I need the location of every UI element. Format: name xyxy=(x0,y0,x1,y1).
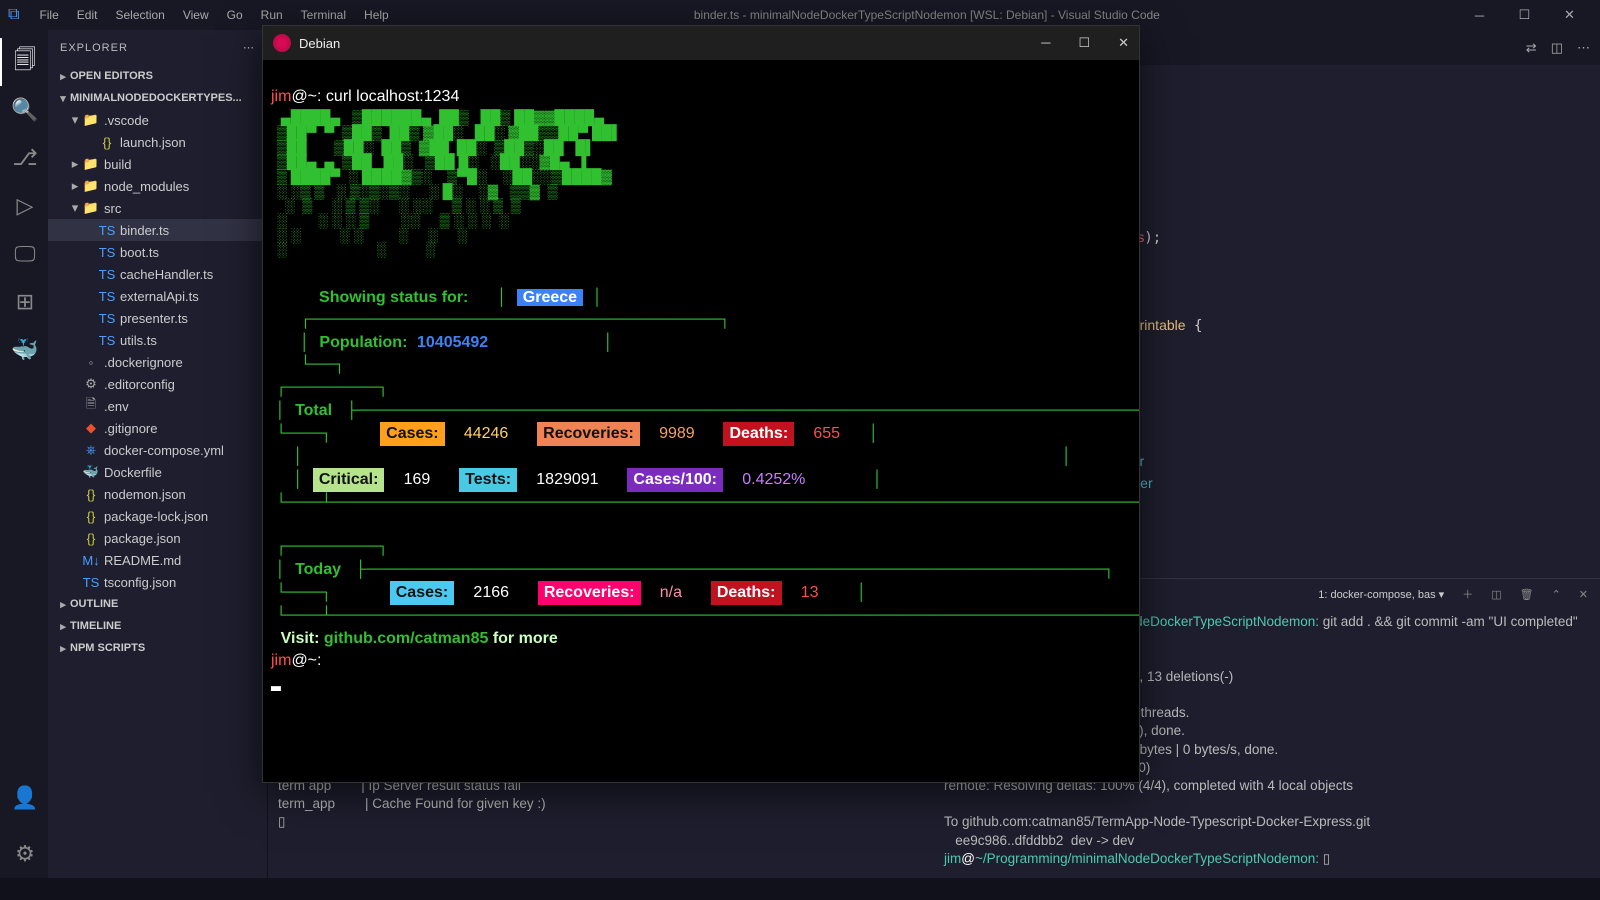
editor-more-icon[interactable]: ⋯ xyxy=(1577,40,1590,56)
file-tree-item[interactable]: TSutils.ts xyxy=(48,329,267,351)
file-tree-item[interactable]: ▾📁src xyxy=(48,197,267,219)
accounts-icon[interactable]: 👤 xyxy=(0,774,48,822)
file-tree-item[interactable]: ▸📁node_modules xyxy=(48,175,267,197)
file-tree-item[interactable]: {}package-lock.json xyxy=(48,505,267,527)
overlay-minimize-icon[interactable]: ─ xyxy=(1041,35,1050,51)
file-tree-item[interactable]: ⎈docker-compose.yml xyxy=(48,439,267,461)
run-debug-icon[interactable]: ▷ xyxy=(0,182,48,230)
close-icon[interactable]: ✕ xyxy=(1547,0,1592,30)
menu-selection[interactable]: Selection xyxy=(107,4,172,26)
file-tree-item[interactable]: TScacheHandler.ts xyxy=(48,263,267,285)
file-tree-item[interactable]: ◆.gitignore xyxy=(48,417,267,439)
kill-terminal-icon[interactable]: 🗑 xyxy=(1520,588,1534,601)
file-tree-item[interactable]: TSexternalApi.ts xyxy=(48,285,267,307)
file-tree-item[interactable]: M↓README.md xyxy=(48,549,267,571)
file-tree-item[interactable]: {}nodemon.json xyxy=(48,483,267,505)
source-control-icon[interactable]: ⎇ xyxy=(0,134,48,182)
menu-view[interactable]: View xyxy=(175,4,217,26)
overlay-close-icon[interactable]: ✕ xyxy=(1118,35,1129,51)
file-tree-item[interactable]: ⚙.editorconfig xyxy=(48,373,267,395)
maximize-icon[interactable]: ☐ xyxy=(1502,0,1547,30)
section-outline[interactable]: ▸OUTLINE xyxy=(48,593,267,615)
split-editor-icon[interactable]: ◫ xyxy=(1551,40,1563,56)
split-terminal-icon[interactable]: ◫ xyxy=(1491,588,1501,601)
extensions-icon[interactable]: ⊞ xyxy=(0,278,48,326)
file-tree-item[interactable]: TSpresenter.ts xyxy=(48,307,267,329)
explorer-title: EXPLORER xyxy=(60,42,128,54)
menu-terminal[interactable]: Terminal xyxy=(293,4,354,26)
minimize-icon[interactable]: ─ xyxy=(1457,0,1502,30)
main-menu: File Edit Selection View Go Run Terminal… xyxy=(31,4,396,26)
explorer-more-icon[interactable]: ⋯ xyxy=(243,41,255,54)
menu-help[interactable]: Help xyxy=(356,4,397,26)
menu-go[interactable]: Go xyxy=(219,4,251,26)
maximize-panel-icon[interactable]: ⌃ xyxy=(1552,588,1561,601)
section-project[interactable]: ▾MINIMALNODEDOCKERTYPES... xyxy=(48,87,267,109)
debian-terminal-body[interactable]: jim@~: curl localhost:1234 ▄████▄ ▒█████… xyxy=(263,60,1139,782)
debian-title: Debian xyxy=(299,36,340,51)
settings-gear-icon[interactable]: ⚙ xyxy=(0,830,48,878)
file-tree-item[interactable]: {}launch.json xyxy=(48,131,267,153)
explorer-icon[interactable]: 🗐 xyxy=(0,38,48,86)
overlay-maximize-icon[interactable]: ☐ xyxy=(1078,35,1090,51)
covid-ascii-art: ▄████▄ ▒██████▄ ██▒ ██▒ ██▓▓████▄ ▒██▀ ▀… xyxy=(273,110,1131,257)
explorer-sidebar: EXPLORER ⋯ ▸OPEN EDITORS ▾MINIMALNODEDOC… xyxy=(48,30,268,878)
file-tree-item[interactable]: {}package.json xyxy=(48,527,267,549)
close-panel-icon[interactable]: ✕ xyxy=(1579,588,1588,601)
file-tree-item[interactable]: ▸📁build xyxy=(48,153,267,175)
section-open-editors[interactable]: ▸OPEN EDITORS xyxy=(48,65,267,87)
window-title: binder.ts - minimalNodeDockerTypeScriptN… xyxy=(397,8,1457,22)
file-tree-item[interactable]: TSbinder.ts xyxy=(48,219,267,241)
menu-file[interactable]: File xyxy=(31,4,66,26)
status-bar[interactable] xyxy=(0,878,1600,900)
search-icon[interactable]: 🔍 xyxy=(0,86,48,134)
menu-edit[interactable]: Edit xyxy=(69,4,106,26)
file-tree-item[interactable]: 🗎.env xyxy=(48,395,267,417)
file-tree-item[interactable]: ▾📁.vscode xyxy=(48,109,267,131)
menu-run[interactable]: Run xyxy=(253,4,291,26)
activity-bar: 🗐 🔍 ⎇ ▷ 🖵 ⊞ 🐳 👤 ⚙ xyxy=(0,30,48,878)
file-tree-item[interactable]: 🐳Dockerfile xyxy=(48,461,267,483)
debian-titlebar[interactable]: Debian ─ ☐ ✕ xyxy=(263,26,1139,60)
remote-explorer-icon[interactable]: 🖵 xyxy=(0,230,48,278)
new-terminal-icon[interactable]: ＋ xyxy=(1462,586,1473,602)
file-tree-item[interactable]: TStsconfig.json xyxy=(48,571,267,593)
vscode-logo-icon: ⧉ xyxy=(8,6,19,24)
compare-icon[interactable]: ⇄ xyxy=(1526,40,1537,56)
docker-icon[interactable]: 🐳 xyxy=(0,326,48,374)
section-npm-scripts[interactable]: ▸NPM SCRIPTS xyxy=(48,637,267,659)
file-tree-item[interactable]: TSboot.ts xyxy=(48,241,267,263)
debian-terminal-window: Debian ─ ☐ ✕ jim@~: curl localhost:1234 … xyxy=(262,25,1140,783)
section-timeline[interactable]: ▸TIMELINE xyxy=(48,615,267,637)
terminal-selector[interactable]: 1: docker-compose, bas ▾ xyxy=(1318,588,1444,601)
debian-logo-icon xyxy=(273,34,291,52)
file-tree-item[interactable]: ◦.dockerignore xyxy=(48,351,267,373)
